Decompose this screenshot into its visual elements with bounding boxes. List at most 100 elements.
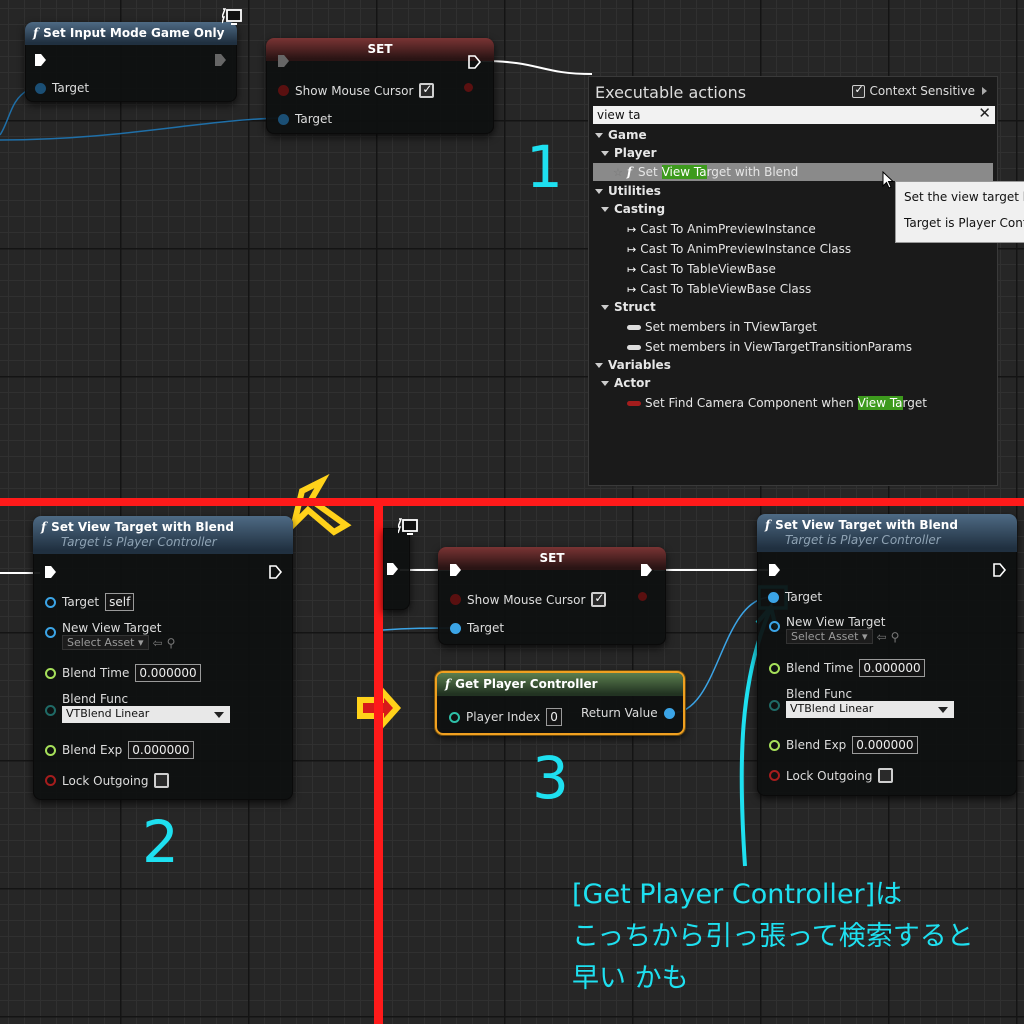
blend-func-pin[interactable] — [45, 705, 56, 716]
target-pin[interactable] — [278, 113, 289, 125]
show-mouse-cursor-out-pin[interactable] — [638, 592, 647, 601]
expand-icon[interactable] — [601, 150, 609, 156]
show-mouse-cursor-checkbox[interactable] — [419, 82, 435, 98]
exec-in-pin[interactable] — [450, 564, 461, 576]
player-index-pin[interactable] — [449, 711, 460, 723]
new-view-target-label: New View Target — [62, 621, 162, 635]
target-label: Target — [62, 595, 100, 609]
expand-icon[interactable] — [601, 380, 609, 386]
show-mouse-cursor-out-pin[interactable] — [464, 83, 473, 92]
lock-outgoing-checkbox[interactable] — [154, 773, 170, 788]
blend-exp-input[interactable]: 0.000000 — [852, 736, 918, 754]
show-mouse-cursor-checkbox[interactable] — [591, 591, 607, 607]
tree-item-struct[interactable]: Set members in TViewTarget — [627, 318, 817, 336]
select-asset-dropdown[interactable]: Select Asset ▾ — [62, 635, 149, 650]
target-pin[interactable] — [768, 591, 779, 603]
search-icon[interactable]: ⚲ — [891, 630, 900, 644]
executable-actions-menu[interactable]: Executable actions Context Sensitive vie… — [588, 76, 998, 486]
tree-item-cast[interactable]: ↦ Cast To TableViewBase — [627, 260, 776, 278]
target-value[interactable]: self — [105, 593, 135, 611]
node-set-input-mode-game-only[interactable]: f Set Input Mode Game Only Target — [25, 22, 237, 102]
blend-func-pin[interactable] — [769, 700, 780, 711]
lock-outgoing-checkbox[interactable] — [878, 768, 894, 783]
tree-category-actor[interactable]: Actor — [601, 374, 650, 392]
tree-category-struct[interactable]: Struct — [601, 298, 656, 316]
category-label: Variables — [608, 358, 671, 372]
expand-icon[interactable] — [595, 188, 603, 194]
tree-category-variables[interactable]: Variables — [595, 356, 671, 374]
target-pin[interactable] — [45, 596, 56, 608]
tree-item-variable[interactable]: Set Find Camera Component when View Targ… — [627, 394, 927, 412]
select-asset-dropdown[interactable]: Select Asset ▾ — [786, 629, 873, 644]
search-icon[interactable]: ⚲ — [167, 636, 176, 650]
tree-category-casting[interactable]: Casting — [601, 200, 665, 218]
expand-icon[interactable] — [595, 132, 603, 138]
tree-item-struct[interactable]: Set members in ViewTargetTransitionParam… — [627, 338, 912, 356]
tree-item-cast[interactable]: ↦ Cast To TableViewBase Class — [627, 280, 811, 298]
blend-func-dropdown[interactable]: VTBlend Linear — [786, 701, 954, 718]
blend-time-pin[interactable] — [45, 667, 56, 679]
blend-func-dropdown[interactable]: VTBlend Linear — [62, 706, 230, 723]
return-value-pin[interactable] — [663, 707, 675, 719]
lock-outgoing-pin[interactable] — [769, 770, 780, 781]
new-view-target-pin[interactable] — [45, 627, 56, 638]
item-label: Set Find Camera Component when View Targ… — [645, 396, 927, 410]
exec-in-pin[interactable] — [769, 564, 780, 576]
node-header: f Set View Target with Blend Target is Pl… — [757, 514, 1017, 552]
divider-horizontal — [0, 498, 1024, 506]
blend-exp-pin[interactable] — [45, 744, 56, 756]
exec-in-pin[interactable] — [278, 55, 289, 67]
annotation-number-1: 1 — [526, 133, 563, 201]
context-sensitive-checkbox[interactable] — [852, 83, 866, 98]
note-line: [Get Player Controller]は — [572, 879, 903, 910]
show-mouse-cursor-pin[interactable] — [278, 85, 289, 96]
tree-category-game[interactable]: Game — [595, 126, 647, 144]
blend-time-pin[interactable] — [769, 662, 780, 674]
exec-in-pin[interactable] — [35, 54, 46, 66]
exec-in-pin[interactable] — [45, 566, 56, 578]
expand-icon[interactable] — [601, 206, 609, 212]
player-index-input[interactable]: 0 — [546, 708, 562, 726]
node-set-view-target-with-blend-left[interactable]: f Set View Target with Blend Target is Pl… — [33, 516, 293, 800]
node-set-view-target-with-blend-right[interactable]: f Set View Target with Blend Target is Pl… — [757, 514, 1017, 796]
tree-item-set-view-target-with-blend[interactable]: ☆ f Set View Target with Blend — [593, 163, 993, 181]
exec-out-pin[interactable] — [993, 563, 1007, 577]
node-subtitle: Target is Player Controller — [785, 533, 941, 547]
exec-out-pin[interactable] — [387, 563, 398, 575]
exec-out-pin[interactable] — [215, 54, 226, 66]
tree-item-cast[interactable]: ↦ Cast To AnimPreviewInstance Class — [627, 240, 851, 258]
tree-category-player[interactable]: Player — [601, 144, 657, 162]
blend-exp-input[interactable]: 0.000000 — [128, 741, 194, 759]
blend-time-input[interactable]: 0.000000 — [135, 664, 201, 682]
exec-out-pin[interactable] — [468, 55, 482, 69]
star-icon[interactable]: ☆ — [613, 166, 623, 179]
target-pin[interactable] — [450, 622, 461, 634]
chevron-right-icon[interactable] — [982, 87, 987, 95]
target-label: Target — [295, 112, 333, 126]
tree-category-utilities[interactable]: Utilities — [595, 182, 661, 200]
node-set-bottom[interactable]: SET Show Mouse Cursor Target — [438, 547, 666, 645]
lock-outgoing-pin[interactable] — [45, 775, 56, 786]
function-icon: f — [33, 26, 39, 40]
node-subtitle: Target is Player Controller — [61, 535, 217, 549]
expand-icon[interactable] — [595, 362, 603, 368]
target-pin[interactable] — [35, 82, 46, 94]
use-selected-icon[interactable]: ⇦ — [153, 636, 163, 650]
exec-out-pin[interactable] — [641, 564, 652, 576]
use-selected-icon[interactable]: ⇦ — [877, 630, 887, 644]
show-mouse-cursor-pin[interactable] — [450, 594, 461, 605]
new-view-target-pin[interactable] — [769, 621, 780, 632]
close-icon[interactable]: ✕ — [978, 105, 991, 121]
blend-exp-pin[interactable] — [769, 739, 780, 751]
context-sensitive-toggle[interactable]: Context Sensitive — [852, 83, 987, 98]
blend-time-input[interactable]: 0.000000 — [859, 659, 925, 677]
node-title: Get Player Controller — [455, 677, 598, 691]
search-input[interactable]: view ta ✕ — [593, 105, 995, 124]
exec-out-pin[interactable] — [269, 565, 283, 579]
node-get-player-controller[interactable]: f Get Player Controller Player Index 0 Re… — [435, 671, 685, 735]
node-set-top[interactable]: SET Show Mouse Cursor Target — [266, 38, 494, 134]
node-partial-hidden[interactable] — [383, 528, 410, 610]
tree-item-cast[interactable]: ↦ Cast To AnimPreviewInstance — [627, 220, 816, 238]
category-label: Player — [614, 146, 657, 160]
expand-icon[interactable] — [601, 304, 609, 310]
